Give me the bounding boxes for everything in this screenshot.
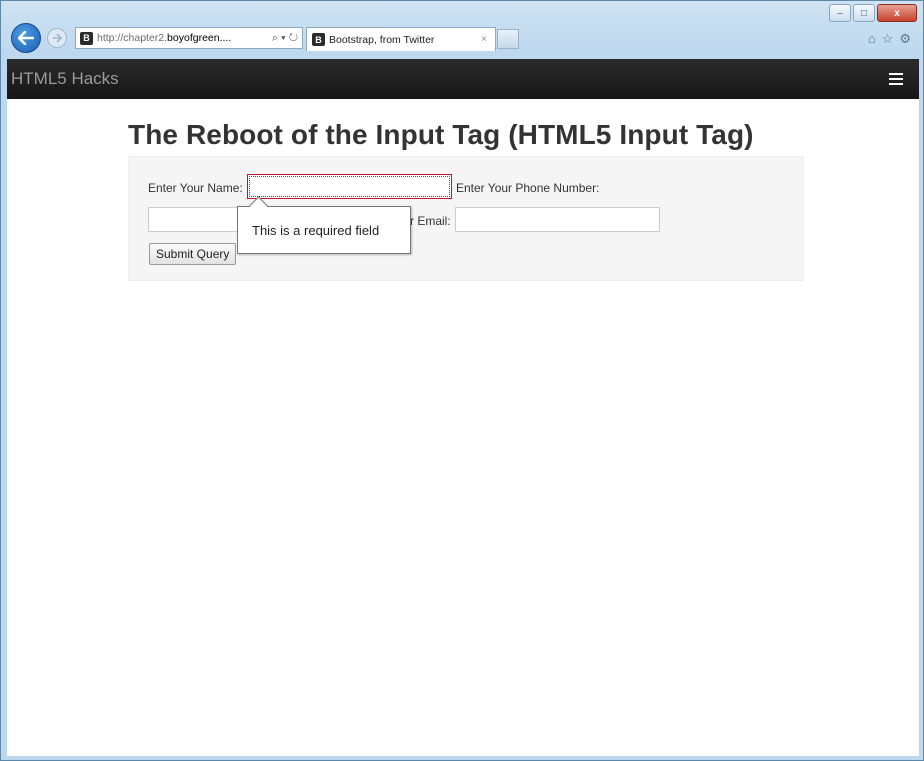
star-icon[interactable]: ☆ (882, 31, 894, 47)
phone-label: Enter Your Phone Number: (456, 181, 600, 195)
email-input[interactable] (455, 207, 660, 232)
name-label: Enter Your Name: (148, 181, 243, 195)
address-bar[interactable]: B http://chapter2. boyofgreen.... ⌕ ▾ ↻ (75, 27, 303, 49)
address-prefix: http://chapter2. (97, 32, 168, 44)
navbar: HTML5 Hacks (7, 59, 919, 99)
page-title: The Reboot of the Input Tag (HTML5 Input… (128, 119, 754, 150)
forward-arrow-icon (53, 33, 62, 43)
name-input[interactable] (247, 174, 452, 199)
navbar-brand[interactable]: HTML5 Hacks (11, 69, 119, 89)
validation-tooltip: This is a required field (237, 196, 411, 254)
main-container: The Reboot of the Input Tag (HTML5 Input… (128, 119, 804, 281)
address-host: boyofgreen.... (167, 32, 232, 44)
tab-title: Bootstrap, from Twitter (329, 33, 435, 46)
forward-button[interactable] (47, 28, 67, 48)
home-icon[interactable]: ⌂ (868, 31, 876, 47)
tab-close-icon[interactable]: × (481, 34, 487, 45)
validation-message: This is a required field (252, 222, 380, 238)
back-button[interactable] (11, 23, 41, 53)
browser-right-icons: ⌂ ☆ ⚙ (868, 31, 911, 47)
browser-toolbar: B http://chapter2. boyofgreen.... ⌕ ▾ ↻ … (1, 23, 923, 55)
maximize-button[interactable]: □ (853, 4, 875, 22)
gear-icon[interactable]: ⚙ (899, 31, 911, 47)
window-controls: – □ x (829, 4, 917, 22)
browser-window: – □ x B http://chapter2. boyofgreen.... … (0, 0, 924, 761)
submit-query-button[interactable]: Submit Query (149, 243, 237, 265)
tab-bootstrap[interactable]: B Bootstrap, from Twitter × (306, 27, 496, 51)
address-controls[interactable]: ⌕ ▾ ↻ (272, 32, 298, 45)
tooltip-pointer (249, 196, 268, 215)
email-label: r Email: (410, 214, 451, 228)
new-tab-button[interactable] (497, 29, 519, 49)
close-window-button[interactable]: x (877, 4, 917, 22)
site-favicon-icon: B (80, 31, 93, 45)
menu-toggle-icon[interactable] (883, 69, 909, 89)
back-arrow-icon (18, 31, 34, 45)
tab-favicon-icon: B (312, 33, 325, 46)
page-viewport: HTML5 Hacks The Reboot of the Input Tag … (7, 59, 919, 756)
form-well: Enter Your Name: Enter Your Phone Number… (128, 156, 804, 281)
minimize-button[interactable]: – (829, 4, 851, 22)
